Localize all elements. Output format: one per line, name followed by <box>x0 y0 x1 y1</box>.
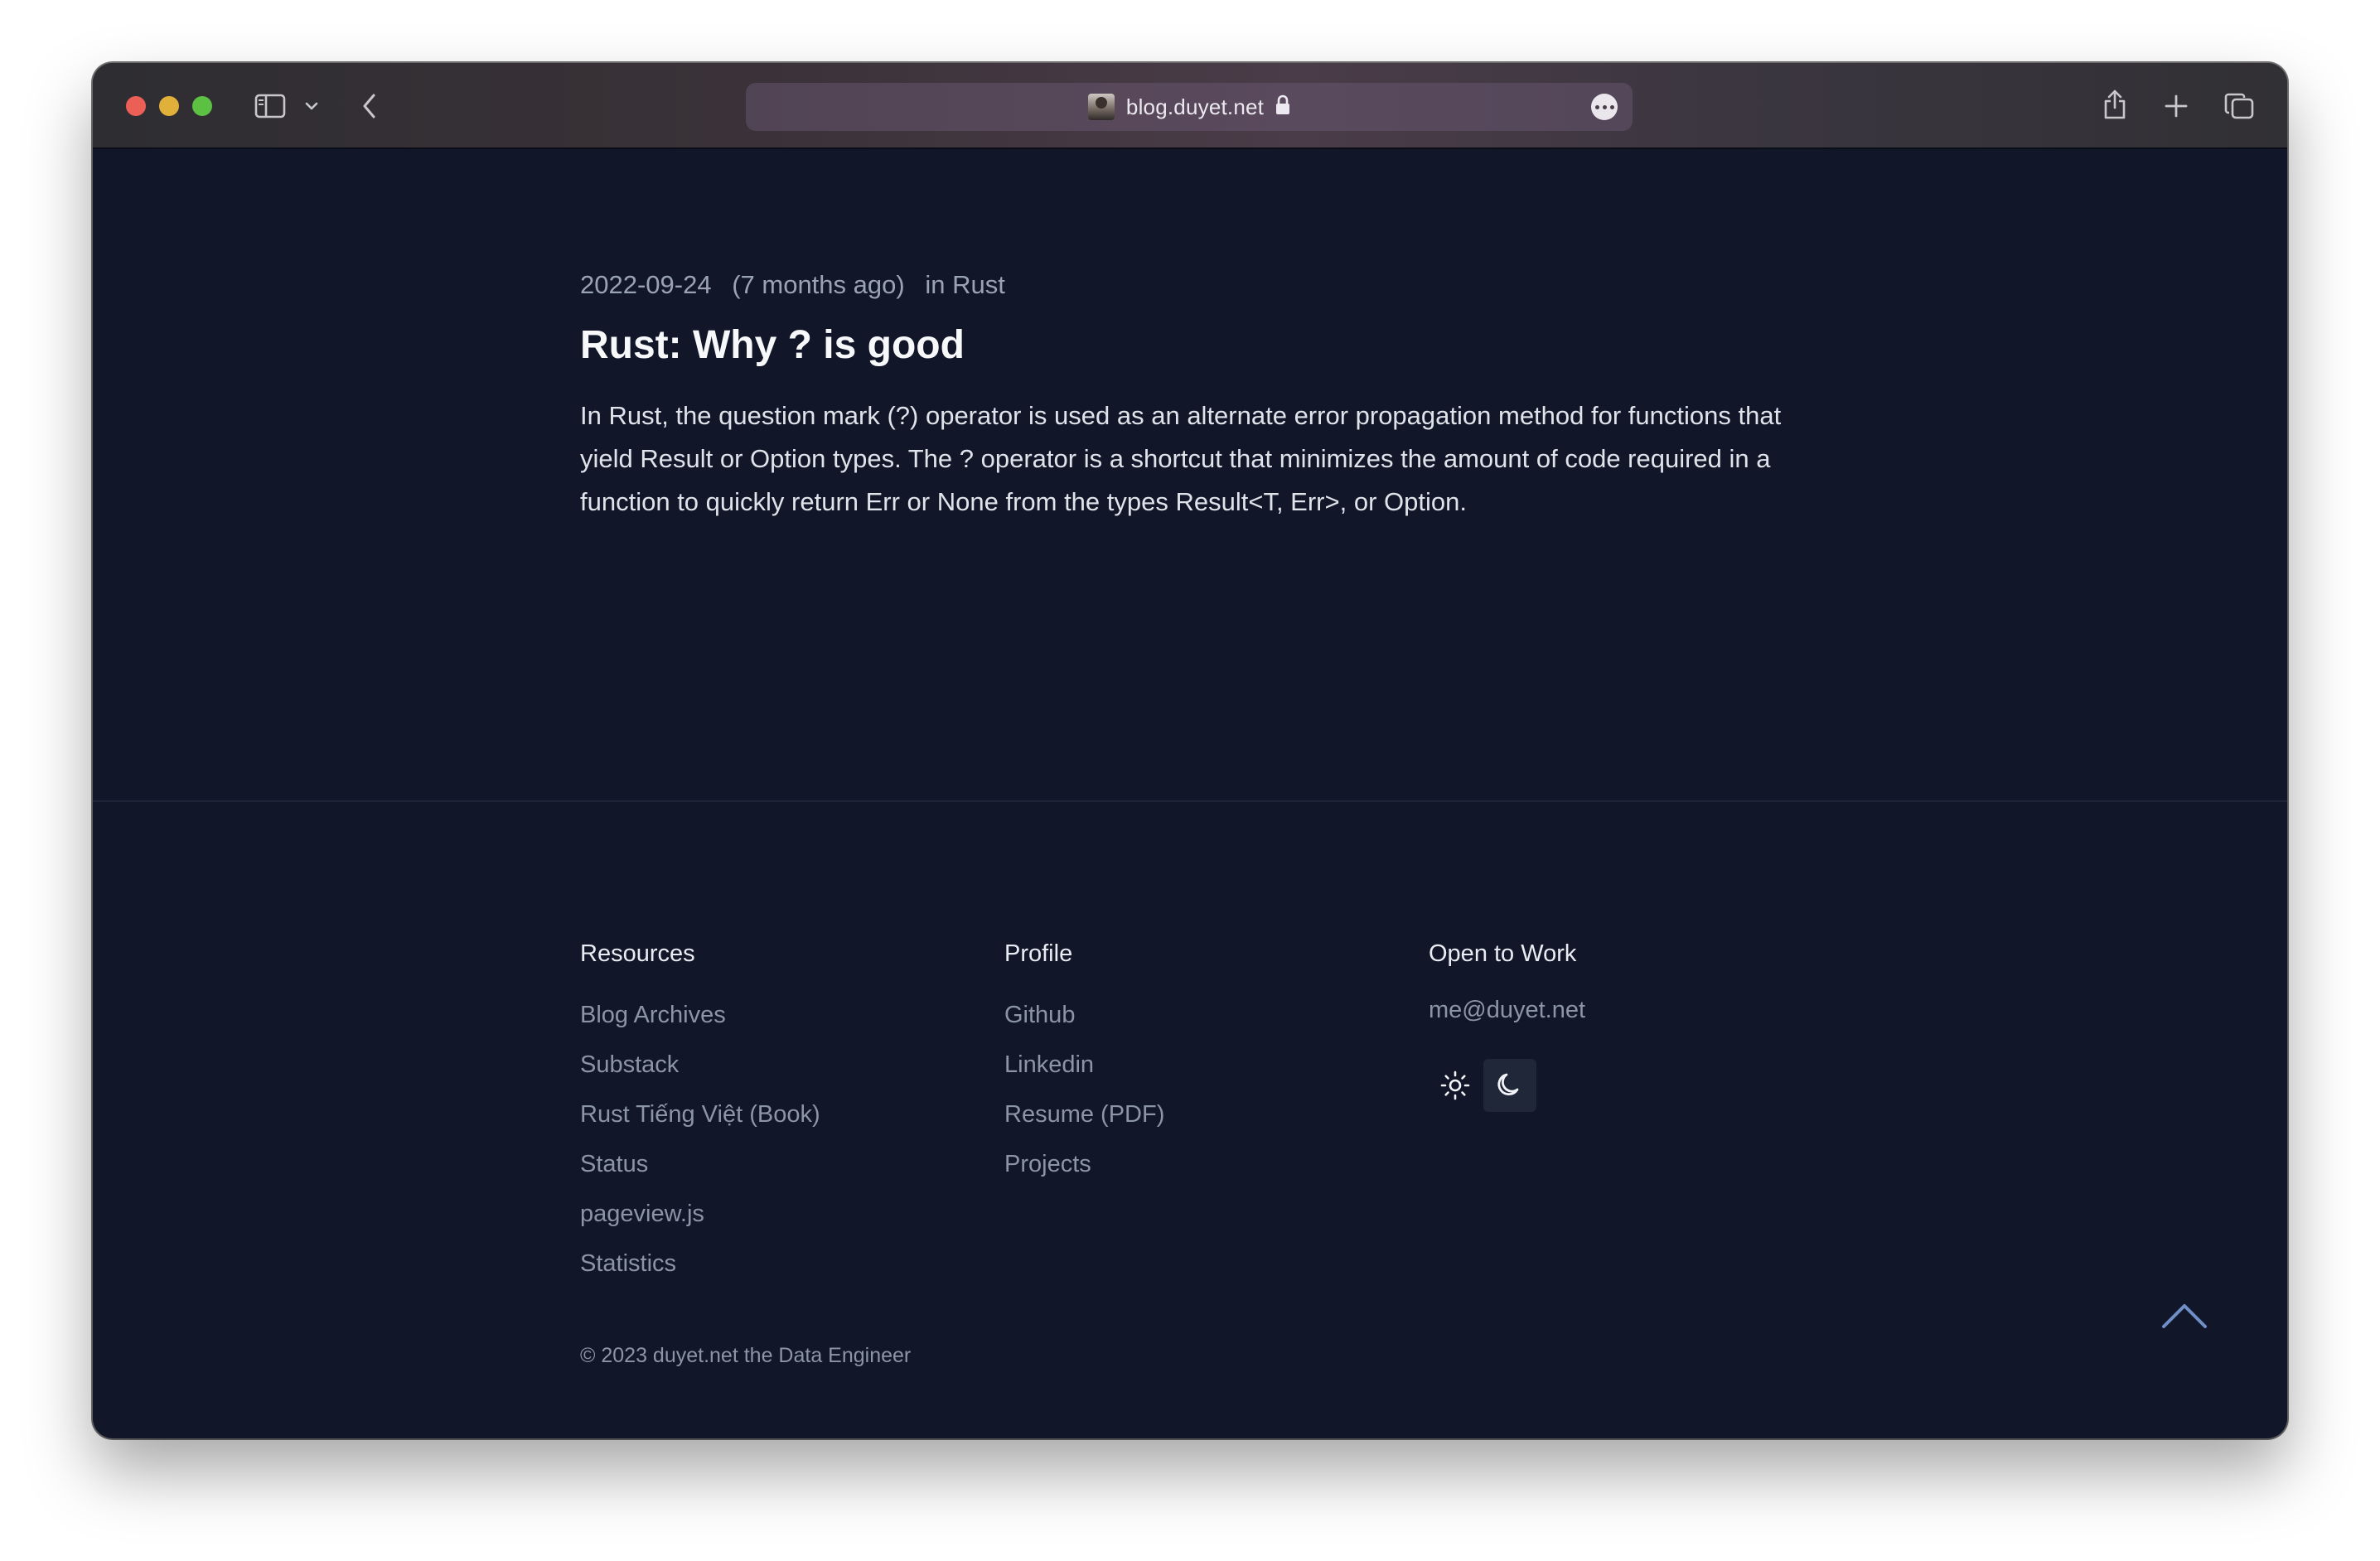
post-relative-date: (7 months ago) <box>732 270 905 299</box>
back-icon[interactable] <box>355 89 385 123</box>
lock-icon <box>1275 94 1290 120</box>
footer-link-substack[interactable]: Substack <box>580 1049 820 1080</box>
new-tab-icon[interactable] <box>2161 91 2191 121</box>
post-title[interactable]: Rust: Why ? is good <box>580 321 1807 370</box>
footer-link-github[interactable]: Github <box>1004 999 1164 1031</box>
address-bar[interactable]: blog.duyet.net <box>746 83 1633 131</box>
share-icon[interactable] <box>2098 86 2131 123</box>
more-options-icon[interactable] <box>1591 94 1618 120</box>
footer-open-to-work: Open to Work me@duyet.net <box>1429 938 1585 1112</box>
email-link[interactable]: me@duyet.net <box>1429 994 1585 1026</box>
footer-link-blog-archives[interactable]: Blog Archives <box>580 999 820 1031</box>
theme-toggle <box>1429 1059 1585 1112</box>
page-content: 2022-09-24 (7 months ago) in Rust Rust: … <box>93 149 2287 1438</box>
footer-profile: Profile Github Linkedin Resume (PDF) Pro… <box>1004 938 1164 1198</box>
profile-heading: Profile <box>1004 940 1073 967</box>
copyright: © 2023 duyet.net the Data Engineer <box>580 1344 912 1367</box>
sidebar-icon[interactable] <box>254 91 287 121</box>
footer-link-resume[interactable]: Resume (PDF) <box>1004 1099 1164 1130</box>
resources-heading: Resources <box>580 940 695 967</box>
sun-icon[interactable] <box>1429 1059 1482 1112</box>
post-category[interactable]: in Rust <box>925 270 1004 299</box>
moon-icon[interactable] <box>1483 1059 1536 1112</box>
open-to-work-heading: Open to Work <box>1429 940 1577 967</box>
site-favicon <box>1087 94 1115 120</box>
chevron-down-icon[interactable] <box>302 96 322 116</box>
maximize-window-button[interactable] <box>192 96 212 116</box>
minimize-window-button[interactable] <box>159 96 179 116</box>
footer-link-pageview[interactable]: pageview.js <box>580 1198 820 1230</box>
post-preview: 2022-09-24 (7 months ago) in Rust Rust: … <box>580 268 1807 524</box>
browser-window: blog.duyet.net 2022-09-24 (7 months ago)… <box>93 63 2287 1438</box>
footer-link-rust-book[interactable]: Rust Tiếng Việt (Book) <box>580 1099 820 1130</box>
url-text: blog.duyet.net <box>1125 94 1265 119</box>
footer-resources: Resources Blog Archives Substack Rust Ti… <box>580 938 820 1298</box>
browser-toolbar: blog.duyet.net <box>93 63 2287 149</box>
scroll-to-top-icon[interactable] <box>2160 1301 2209 1335</box>
footer-link-projects[interactable]: Projects <box>1004 1148 1164 1180</box>
post-excerpt: In Rust, the question mark (?) operator … <box>580 401 1782 516</box>
close-window-button[interactable] <box>126 96 146 116</box>
footer-link-status[interactable]: Status <box>580 1148 820 1180</box>
footer-divider <box>93 800 2287 802</box>
footer-link-statistics[interactable]: Statistics <box>580 1248 820 1279</box>
tab-overview-icon[interactable] <box>2223 89 2256 123</box>
post-meta: 2022-09-24 (7 months ago) in Rust <box>580 268 1807 302</box>
post-date: 2022-09-24 <box>580 270 712 299</box>
footer-link-linkedin[interactable]: Linkedin <box>1004 1049 1164 1080</box>
